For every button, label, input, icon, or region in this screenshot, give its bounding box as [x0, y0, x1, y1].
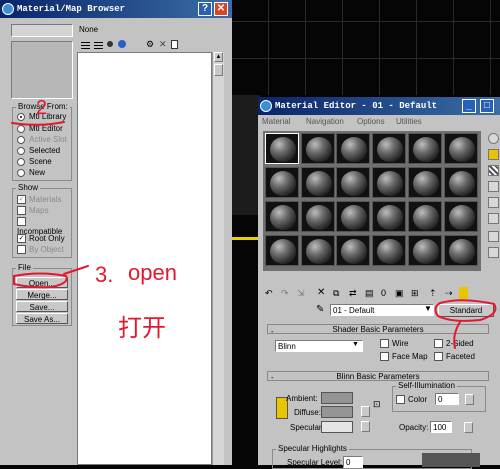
open-button-highlight: [13, 272, 68, 289]
arrow-to-open: [63, 265, 89, 275]
step-3-annotation: 3.: [95, 262, 113, 287]
step-2-annotation: 2: [36, 97, 47, 119]
red-annotations: 2 3. open 打开: [11, 97, 497, 349]
arrow-to-standard: [453, 321, 461, 349]
underline-mtl-library: [11, 121, 65, 126]
chinese-open-annotation: 打开: [118, 314, 166, 342]
standard-button-highlight: [434, 299, 497, 322]
open-annotation: open: [128, 260, 177, 285]
